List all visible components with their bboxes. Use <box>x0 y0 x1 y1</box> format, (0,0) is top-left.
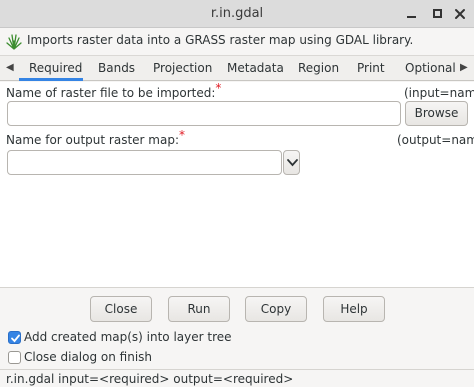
close-button[interactable]: Close <box>90 296 152 322</box>
module-description: Imports raster data into a GRASS raster … <box>0 28 474 54</box>
output-map-dropdown-button[interactable] <box>283 150 300 175</box>
minimize-button[interactable] <box>403 5 421 23</box>
tab-scroll-right-icon[interactable]: ▶ <box>460 62 468 73</box>
run-button[interactable]: Run <box>168 296 230 322</box>
input-file-field[interactable] <box>7 101 401 126</box>
close-window-button[interactable] <box>451 5 469 23</box>
required-marker: * <box>215 81 222 95</box>
window-titlebar: r.in.gdal <box>0 0 474 28</box>
add-to-layer-tree-checkbox[interactable] <box>8 331 21 344</box>
minimize-icon <box>407 16 416 18</box>
maximize-button[interactable] <box>428 5 446 23</box>
close-on-finish-label[interactable]: Close dialog on finish <box>24 350 152 364</box>
add-to-layer-tree-label[interactable]: Add created map(s) into layer tree <box>24 330 232 344</box>
active-tab-indicator <box>19 78 83 81</box>
status-bar: r.in.gdal input=<required> output=<requi… <box>0 369 474 387</box>
tab-projection[interactable]: Projection <box>153 61 212 75</box>
description-text: Imports raster data into a GRASS raster … <box>27 33 414 47</box>
close-icon <box>455 9 465 19</box>
help-button[interactable]: Help <box>323 296 385 322</box>
checkmark-icon <box>11 334 20 343</box>
tab-print[interactable]: Print <box>357 61 385 75</box>
command-preview: r.in.gdal input=<required> output=<requi… <box>6 372 294 386</box>
tab-bands[interactable]: Bands <box>98 61 135 75</box>
tab-region[interactable]: Region <box>298 61 339 75</box>
tab-optional[interactable]: Optional <box>405 61 456 75</box>
input-param-name: (input=name) <box>404 86 474 100</box>
tab-required[interactable]: Required <box>29 61 82 75</box>
maximize-icon <box>433 9 442 18</box>
grass-logo-icon <box>6 34 22 50</box>
output-field-label: Name for output raster map:* <box>6 128 186 147</box>
output-param-name: (output=name) <box>397 133 474 147</box>
tab-metadata[interactable]: Metadata <box>227 61 284 75</box>
close-on-finish-checkbox[interactable] <box>8 351 21 364</box>
tab-scroll-left-icon[interactable]: ◀ <box>6 62 14 73</box>
output-map-field[interactable] <box>7 150 282 175</box>
copy-button[interactable]: Copy <box>245 296 307 322</box>
tab-bar: ◀ Required Bands Projection Metadata Reg… <box>0 55 474 81</box>
chevron-down-icon <box>287 159 298 167</box>
input-field-label: Name of raster file to be imported:* <box>6 81 222 100</box>
browse-button[interactable]: Browse <box>405 101 468 126</box>
required-tab-panel: Name of raster file to be imported:* (in… <box>0 82 474 288</box>
required-marker: * <box>179 128 186 142</box>
